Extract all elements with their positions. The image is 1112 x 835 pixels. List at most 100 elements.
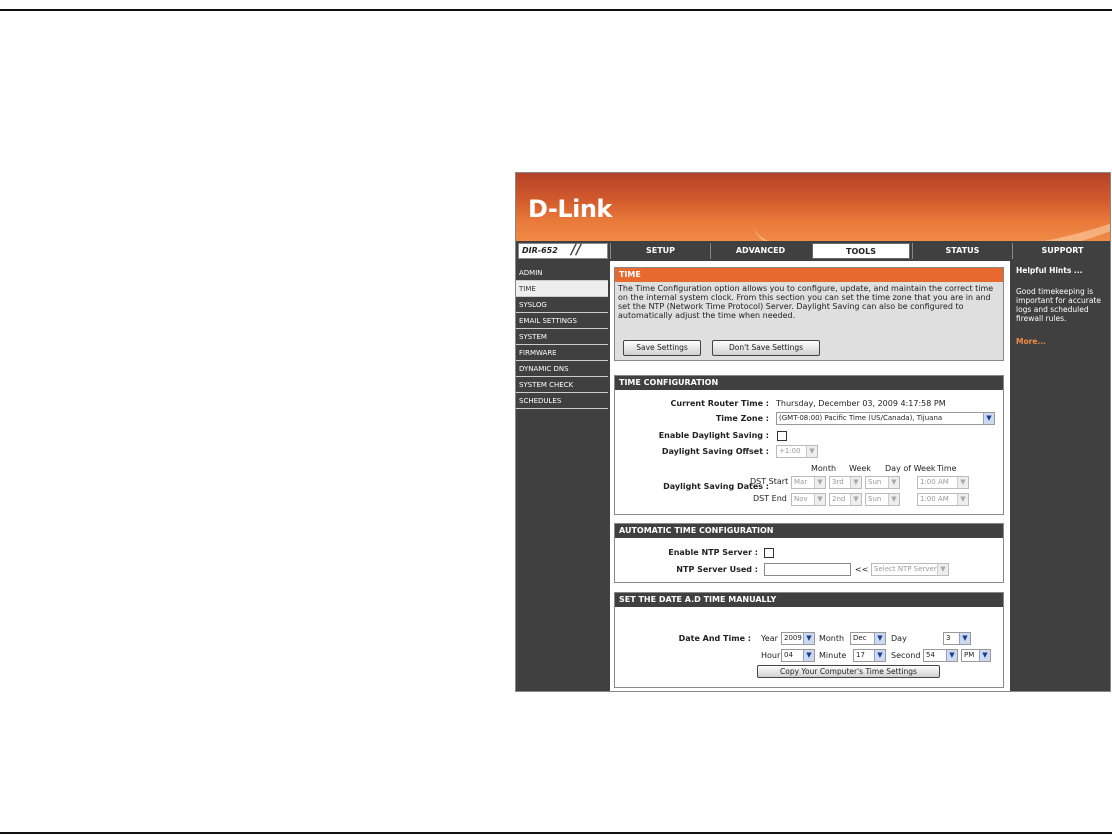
dst-offset-select[interactable]: +1:00 ▼	[776, 445, 818, 458]
sidebar-item-system[interactable]: SYSTEM	[516, 329, 608, 345]
tab-support[interactable]: SUPPORT	[1012, 243, 1110, 259]
tab-advanced[interactable]: ADVANCED	[710, 243, 810, 259]
top-nav: DIR-652 // SETUP ADVANCED TOOLS STATUS S…	[516, 241, 1110, 261]
time-configuration-section: TIME CONFIGURATION Current Router Time :…	[614, 375, 1004, 515]
ntp-server-select[interactable]: Select NTP Server ▼	[871, 563, 949, 576]
sidebar-item-email-settings[interactable]: EMAIL SETTINGS	[516, 313, 608, 329]
dlink-logo: D-Link	[528, 195, 612, 223]
sidebar-item-schedules[interactable]: SCHEDULES	[516, 393, 608, 409]
model-name: DIR-652	[522, 246, 558, 255]
minute-value: 17	[856, 651, 865, 659]
automatic-time-title: AUTOMATIC TIME CONFIGURATION	[615, 524, 1003, 538]
main-content: TIME The Time Configuration option allow…	[610, 261, 1010, 691]
time-description: The Time Configuration option allows you…	[618, 284, 994, 320]
time-configuration-title: TIME CONFIGURATION	[615, 376, 1003, 390]
sidebar-item-dynamic-dns[interactable]: DYNAMIC DNS	[516, 361, 608, 377]
chevron-down-icon: ▼	[874, 650, 885, 661]
banner-swoosh	[746, 173, 1110, 241]
sidebar-item-firmware[interactable]: FIRMWARE	[516, 345, 608, 361]
ampm-select[interactable]: PM ▼	[961, 649, 991, 662]
dst-start-month-select[interactable]: Mar ▼	[791, 476, 826, 489]
chevron-down-icon: ▼	[957, 477, 968, 488]
time-section-title: TIME	[615, 268, 1003, 282]
hints-body: Good timekeeping is important for accura…	[1016, 287, 1101, 323]
ntp-arrows: <<	[855, 565, 869, 574]
chevron-down-icon: ▼	[957, 494, 968, 505]
ntp-server-used-label: NTP Server Used :	[676, 565, 758, 574]
chevron-down-icon: ▼	[937, 564, 948, 575]
ntp-server-input[interactable]	[764, 563, 851, 576]
sidebar-item-time[interactable]: TIME	[516, 281, 608, 297]
model-badge: DIR-652 //	[518, 242, 608, 259]
timezone-label: Time Zone :	[715, 414, 769, 423]
manual-time-title: SET THE DATE A.D TIME MANUALLY	[615, 593, 1003, 607]
time-section: TIME The Time Configuration option allow…	[614, 267, 1004, 361]
dst-offset-value: +1:00	[779, 447, 801, 455]
dst-start-dow: Sun	[868, 478, 882, 486]
col-month-header: Month	[811, 464, 837, 473]
col-dow-header: Day of Week	[885, 464, 936, 473]
day-label: Day	[891, 634, 907, 643]
chevron-down-icon: ▼	[850, 494, 861, 505]
second-value: 54	[926, 651, 935, 659]
current-time-label: Current Router Time :	[670, 399, 769, 408]
copy-computer-time-button[interactable]: Copy Your Computer's Time Settings	[757, 665, 940, 678]
day-value: 3	[946, 634, 951, 642]
ntp-select-value: Select NTP Server	[874, 565, 937, 573]
year-value: 2009	[784, 634, 802, 642]
helpful-hints-panel: Helpful Hints ... Good timekeeping is im…	[1012, 261, 1110, 691]
year-select[interactable]: 2009 ▼	[781, 632, 815, 645]
second-select[interactable]: 54 ▼	[923, 649, 958, 662]
sidebar-item-syslog[interactable]: SYSLOG	[516, 297, 608, 313]
dst-end-dow-select[interactable]: Sun ▼	[865, 493, 900, 506]
dst-start-time-select[interactable]: 1:00 AM ▼	[917, 476, 969, 489]
hints-title: Helpful Hints ...	[1016, 266, 1083, 275]
dst-start-week-select[interactable]: 3rd ▼	[829, 476, 862, 489]
router-ui-frame: D-Link DIR-652 // SETUP ADVANCED TOOLS S…	[515, 172, 1111, 692]
current-time-value: Thursday, December 03, 2009 4:17:58 PM	[776, 399, 946, 408]
bottom-rule	[0, 832, 1112, 834]
manual-time-section: SET THE DATE A.D TIME MANUALLY Date And …	[614, 592, 1004, 688]
dst-start-month: Mar	[794, 478, 808, 486]
hour-value: 04	[784, 651, 793, 659]
chevron-down-icon: ▼	[979, 650, 990, 661]
day-select[interactable]: 3 ▼	[943, 632, 971, 645]
dst-start-label: DST Start	[750, 477, 789, 486]
sidebar-item-system-check[interactable]: SYSTEM CHECK	[516, 377, 608, 393]
month-label: Month	[819, 634, 845, 643]
dont-save-settings-button[interactable]: Don't Save Settings	[712, 340, 820, 356]
dst-offset-label: Daylight Saving Offset :	[661, 447, 769, 456]
dst-start-week: 3rd	[832, 478, 844, 486]
ntp-enable-label: Enable NTP Server :	[668, 548, 758, 557]
dst-end-time-select[interactable]: 1:00 AM ▼	[917, 493, 969, 506]
tab-status[interactable]: STATUS	[912, 243, 1012, 259]
dst-start-dow-select[interactable]: Sun ▼	[865, 476, 900, 489]
date-and-time-label: Date And Time :	[678, 634, 751, 643]
chevron-down-icon: ▼	[874, 633, 885, 644]
dst-enable-label: Enable Daylight Saving :	[658, 431, 769, 440]
sidebar-item-admin[interactable]: ADMIN	[516, 265, 608, 281]
chevron-down-icon: ▼	[888, 477, 899, 488]
ampm-value: PM	[964, 651, 975, 659]
dst-end-week-select[interactable]: 2nd ▼	[829, 493, 862, 506]
dst-enable-checkbox[interactable]	[777, 431, 787, 441]
hour-label: Hour	[761, 651, 781, 660]
tab-tools[interactable]: TOOLS	[812, 243, 910, 259]
chevron-down-icon: ▼	[850, 477, 861, 488]
dst-end-time: 1:00 AM	[920, 495, 949, 503]
chevron-down-icon: ▼	[803, 650, 814, 661]
minute-select[interactable]: 17 ▼	[853, 649, 886, 662]
dst-end-month-select[interactable]: Nov ▼	[791, 493, 826, 506]
tab-setup[interactable]: SETUP	[610, 243, 710, 259]
hour-select[interactable]: 04 ▼	[781, 649, 815, 662]
header-banner: D-Link	[516, 173, 1110, 241]
dst-end-month: Nov	[794, 495, 808, 503]
month-select[interactable]: Dec ▼	[850, 632, 886, 645]
ntp-enable-checkbox[interactable]	[764, 548, 774, 558]
chevron-down-icon: ▼	[959, 633, 970, 644]
hints-more-link[interactable]: More...	[1016, 337, 1108, 346]
chevron-down-icon: ▼	[983, 413, 994, 424]
timezone-select[interactable]: (GMT-08:00) Pacific Time (US/Canada), Ti…	[776, 412, 995, 425]
save-settings-button[interactable]: Save Settings	[623, 340, 701, 356]
chevron-down-icon: ▼	[814, 477, 825, 488]
